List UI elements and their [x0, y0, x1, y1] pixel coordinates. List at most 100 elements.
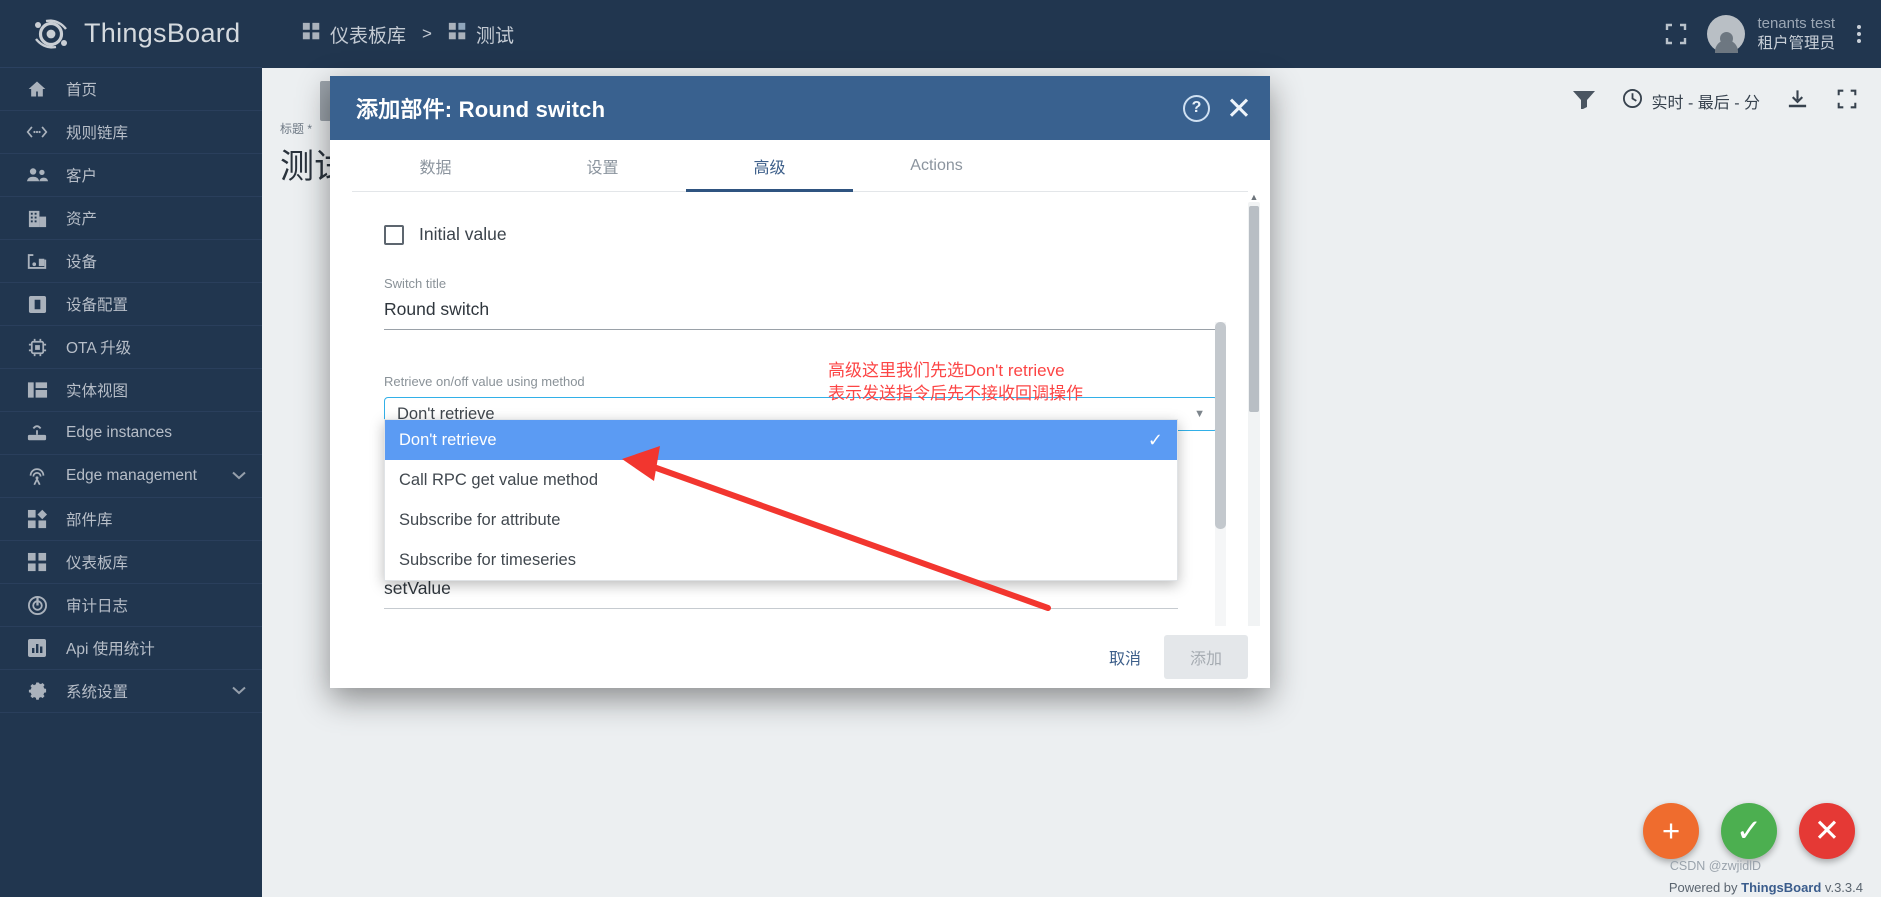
dashboard-library-icon — [25, 551, 49, 573]
initial-value-checkbox[interactable] — [384, 224, 404, 245]
add-button[interactable]: 添加 — [1163, 635, 1248, 679]
form-scrollbar-thumb[interactable] — [1215, 322, 1226, 529]
sidebar-item-rule-chains[interactable]: 规则链库 — [0, 111, 262, 154]
powered-prefix: Powered by — [1668, 880, 1742, 895]
sidebar-item-entity-views[interactable]: 实体视图 — [0, 369, 262, 412]
add-fab[interactable]: + — [1643, 803, 1699, 859]
tab-actions[interactable]: Actions — [853, 140, 1020, 191]
sidebar-item-label: 资产 — [66, 211, 98, 228]
apply-fab[interactable]: ✓ — [1721, 803, 1777, 859]
dialog-scrollbar-track[interactable]: ▲ ▼ — [1248, 192, 1260, 626]
tab-label: 高级 — [753, 159, 786, 177]
user-menu[interactable]: tenants test 租户管理员 — [1707, 15, 1835, 53]
option-call-rpc-get-value-method[interactable]: Call RPC get value method — [385, 460, 1177, 500]
dialog-body: 数据 设置 高级 Actions Initial value Switch ti… — [330, 140, 1270, 626]
sidebar-item-label: 审计日志 — [66, 598, 129, 615]
sidebar-item-label: 仪表板库 — [66, 555, 129, 572]
close-icon[interactable]: ✕ — [1226, 93, 1252, 124]
sidebar-item-devices[interactable]: 设备 — [0, 240, 262, 283]
add-widget-dialog: 添加部件: Round switch ? ✕ 数据 设置 高级 Actions … — [330, 76, 1270, 688]
edge-instance-icon — [25, 422, 49, 444]
sidebar-item-ota-updates[interactable]: OTA 升级 — [0, 326, 262, 369]
user-role: 租户管理员 — [1757, 34, 1835, 52]
sidebar-item-api-usage[interactable]: Api 使用统计 — [0, 627, 262, 670]
sidebar-item-audit-logs[interactable]: 审计日志 — [0, 584, 262, 627]
switch-title-label: Switch title — [384, 276, 447, 291]
audit-log-icon — [25, 594, 49, 616]
fab-group: + ✓ ✕ — [1643, 803, 1855, 859]
watermark: CSDN @zwjidlD — [1669, 859, 1761, 873]
api-usage-icon — [25, 637, 49, 659]
breadcrumb-item-dashboards[interactable]: 仪表板库 — [302, 21, 406, 48]
expand-icon[interactable] — [1835, 87, 1859, 116]
sidebar-item-label: 部件库 — [66, 512, 113, 529]
chevron-down-icon: ▼ — [1194, 408, 1205, 420]
scroll-up-arrow-icon[interactable]: ▲ — [1248, 192, 1260, 202]
sidebar-item-label: OTA 升级 — [66, 340, 132, 357]
app-root: ThingsBoard 首页 规则链库 客户 资产 设备 设备配置 OTA 升级… — [0, 0, 1881, 897]
sidebar-item-label: Edge instances — [66, 424, 172, 441]
initial-value-row[interactable]: Initial value — [384, 224, 1218, 245]
sidebar-item-label: 设备配置 — [66, 297, 129, 314]
powered-link[interactable]: ThingsBoard — [1741, 880, 1821, 895]
download-icon[interactable] — [1786, 88, 1809, 115]
clock-icon — [1622, 88, 1643, 114]
switch-title-field[interactable]: Switch title Round switch — [384, 276, 1218, 330]
tab-label: 数据 — [419, 159, 452, 177]
sidebar-item-device-profiles[interactable]: 设备配置 — [0, 283, 262, 326]
sidebar-item-edge-instances[interactable]: Edge instances — [0, 412, 262, 455]
user-name: tenants test — [1757, 14, 1835, 32]
device-profile-icon — [25, 293, 49, 315]
form-scrollbar-track[interactable] — [1215, 322, 1226, 626]
initial-value-label: Initial value — [419, 224, 507, 244]
brand-logo[interactable]: ThingsBoard — [0, 0, 262, 68]
breadcrumb-item-current[interactable]: 测试 — [448, 21, 514, 48]
help-icon[interactable]: ? — [1183, 94, 1211, 122]
powered-version: v.3.3.4 — [1821, 880, 1863, 895]
fullscreen-icon[interactable] — [1663, 21, 1689, 47]
powered-by: Powered by ThingsBoard v.3.3.4 — [1669, 880, 1863, 895]
option-label: Subscribe for timeseries — [399, 550, 576, 569]
sidebar-item-dashboards[interactable]: 仪表板库 — [0, 541, 262, 584]
dialog-scrollbar-thumb[interactable] — [1249, 206, 1259, 412]
kebab-menu-icon[interactable] — [1853, 21, 1865, 47]
cancel-fab[interactable]: ✕ — [1799, 803, 1855, 859]
dialog-footer: 取消 添加 — [330, 626, 1270, 688]
edge-management-icon — [25, 465, 49, 487]
sidebar-item-label: 首页 — [66, 82, 98, 99]
sidebar-item-home[interactable]: 首页 — [0, 68, 262, 111]
option-subscribe-for-attribute[interactable]: Subscribe for attribute — [385, 500, 1177, 540]
chevron-down-icon[interactable] — [232, 467, 246, 485]
set-value-method-input[interactable]: setValue — [384, 578, 1178, 609]
breadcrumb-separator: > — [422, 24, 432, 43]
system-settings-icon — [25, 680, 49, 702]
tab-data[interactable]: 数据 — [352, 140, 519, 191]
cancel-button[interactable]: 取消 — [1092, 636, 1158, 678]
switch-title-input[interactable]: Round switch — [384, 299, 1218, 330]
sidebar-item-widget-library[interactable]: 部件库 — [0, 498, 262, 541]
option-dont-retrieve[interactable]: Don't retrieve ✓ — [385, 420, 1177, 460]
chevron-down-icon[interactable] — [232, 682, 246, 700]
retrieve-method-dropdown: Don't retrieve ✓ Call RPC get value meth… — [384, 419, 1178, 581]
tab-settings[interactable]: 设置 — [519, 140, 686, 191]
sidebar-item-label: 系统设置 — [66, 684, 129, 701]
filter-icon[interactable] — [1572, 89, 1596, 114]
rule-chain-icon — [25, 121, 49, 143]
sidebar-item-assets[interactable]: 资产 — [0, 197, 262, 240]
sidebar-item-customers[interactable]: 客户 — [0, 154, 262, 197]
option-label: Call RPC get value method — [399, 470, 599, 489]
check-icon: ✓ — [1147, 429, 1163, 450]
ota-update-icon — [25, 336, 49, 358]
widget-library-icon — [25, 508, 49, 530]
devices-icon — [25, 250, 49, 272]
sidebar-item-system-settings[interactable]: 系统设置 — [0, 670, 262, 713]
avatar — [1707, 15, 1746, 53]
option-subscribe-for-timeseries[interactable]: Subscribe for timeseries — [385, 540, 1177, 580]
sidebar-item-edge-management[interactable]: Edge management — [0, 455, 262, 498]
dashboard-icon — [448, 22, 467, 47]
annotation-text: 高级这里我们先选Don't retrieve 表示发送指令后先不接收回调操作 — [828, 360, 1083, 406]
breadcrumb-label: 测试 — [475, 25, 514, 47]
retrieve-method-label: Retrieve on/off value using method — [384, 374, 585, 389]
time-range-selector[interactable]: 实时 - 最后 - 分 — [1622, 88, 1760, 114]
tab-advanced[interactable]: 高级 — [686, 140, 853, 192]
